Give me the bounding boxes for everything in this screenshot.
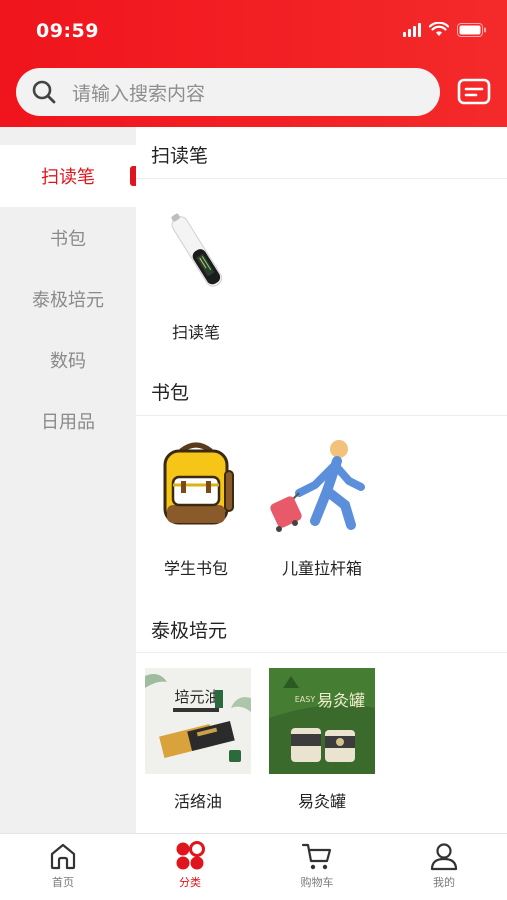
home-icon [47, 840, 79, 872]
divider [136, 652, 507, 653]
sidebar-item-label: 数码 [50, 351, 86, 372]
product-name: 活络油 [173, 792, 222, 811]
tab-label: 分类 [179, 876, 201, 889]
bottom-tab-bar: 首页 分类 购物车 我的 [0, 833, 507, 900]
app-root: 09:59 请输入搜索内容 扫读笔 书包 泰极培元 数码 日用品 扫读笔 扫读笔… [0, 0, 507, 900]
product-name: 儿童拉杆箱 [281, 559, 362, 578]
status-time: 09:59 [36, 20, 99, 42]
search-placeholder: 请输入搜索内容 [72, 82, 206, 105]
product-image-text: 易灸罐 [317, 691, 365, 710]
category-icon [174, 840, 206, 872]
status-bar: 09:59 [0, 0, 507, 62]
tab-cart[interactable]: 购物车 [254, 834, 380, 900]
section-title: 泰极培元 [151, 620, 228, 642]
profile-icon [428, 840, 460, 872]
cart-icon [301, 840, 333, 872]
sidebar-item-taiji-peiyuan[interactable]: 泰极培元 [0, 268, 136, 330]
sidebar-item-daily-goods[interactable]: 日用品 [0, 390, 136, 452]
tab-label: 首页 [52, 876, 74, 889]
sidebar-item-digital[interactable]: 数码 [0, 329, 136, 391]
tab-profile[interactable]: 我的 [381, 834, 507, 900]
scan-pen-image [171, 213, 223, 287]
product-item[interactable]: 扫读笔 [136, 199, 256, 343]
tab-label: 购物车 [300, 876, 334, 889]
tab-label: 我的 [433, 876, 455, 889]
message-button[interactable] [457, 78, 491, 106]
signal-icon [403, 22, 421, 37]
divider [136, 415, 507, 416]
message-icon [457, 78, 491, 105]
product-item[interactable]: EASY 易灸罐 易灸罐 [262, 668, 382, 812]
product-name: 扫读笔 [171, 323, 220, 342]
sidebar-item-label: 日用品 [41, 412, 95, 433]
trolley-case-image [270, 440, 365, 532]
product-image-text: 培元油 [174, 688, 219, 706]
backpack-image [163, 442, 234, 525]
tab-home[interactable]: 首页 [0, 834, 126, 900]
product-name: 易灸罐 [297, 792, 346, 811]
divider [136, 178, 507, 179]
category-sidebar: 扫读笔 书包 泰极培元 数码 日用品 [0, 127, 136, 833]
section-title: 扫读笔 [151, 145, 209, 167]
sidebar-item-schoolbag[interactable]: 书包 [0, 207, 136, 269]
sidebar-item-scan-pen[interactable]: 扫读笔 [0, 145, 136, 207]
sidebar-item-label: 书包 [50, 229, 86, 250]
product-item[interactable]: 儿童拉杆箱 [262, 435, 382, 579]
wifi-icon [429, 22, 449, 37]
header: 09:59 请输入搜索内容 [0, 0, 507, 127]
oil-product-image: 培元油 [145, 668, 251, 774]
product-item[interactable]: 学生书包 [136, 435, 256, 579]
search-icon [30, 78, 58, 106]
status-icons [403, 22, 487, 37]
sidebar-item-label: 泰极培元 [32, 290, 104, 311]
tab-category[interactable]: 分类 [127, 834, 253, 900]
category-content: 扫读笔 扫读笔 书包 学生书包 儿童拉杆箱 泰极培元 培元油 活络油 EASY … [136, 127, 507, 833]
section-title: 书包 [151, 382, 190, 404]
product-item[interactable]: 培元油 活络油 [138, 668, 258, 812]
battery-icon [457, 22, 487, 37]
moxibustion-jar-image: EASY 易灸罐 [269, 668, 375, 774]
product-name: 学生书包 [163, 559, 228, 578]
sidebar-item-label: 扫读笔 [41, 167, 95, 188]
product-image-subtext: EASY [295, 695, 316, 704]
search-input[interactable]: 请输入搜索内容 [16, 68, 440, 116]
